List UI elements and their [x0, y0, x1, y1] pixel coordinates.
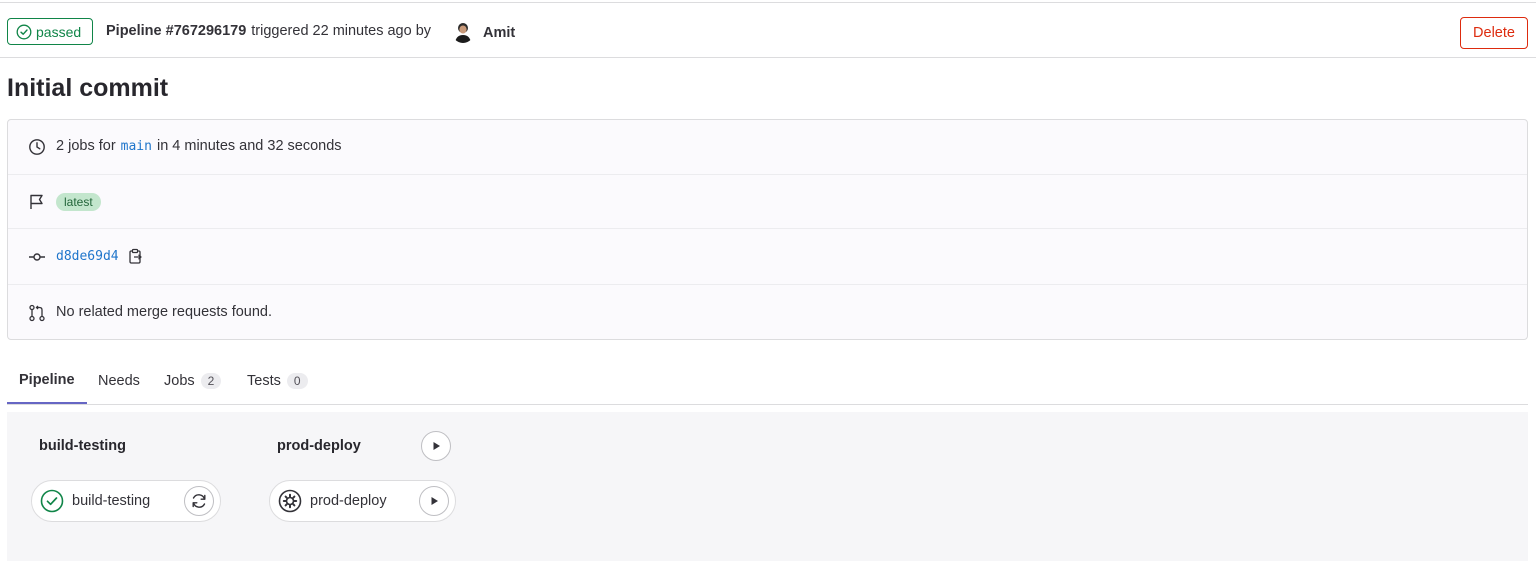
latest-badge: latest [56, 193, 101, 211]
retry-button[interactable] [184, 486, 214, 516]
tab-needs-label: Needs [98, 373, 140, 389]
job-name: prod-deploy [310, 493, 387, 509]
commit-icon [29, 253, 45, 261]
duration-text: in 4 minutes and 32 seconds [156, 138, 342, 154]
info-row-labels: latest [8, 175, 1527, 229]
copy-icon[interactable] [128, 248, 143, 264]
merge-request-icon [29, 304, 45, 322]
tests-count-badge: 0 [286, 373, 308, 389]
stage-title-prod-deploy: prod-deploy [277, 438, 361, 454]
status-label: passed [36, 23, 82, 40]
pipeline-header: passed Pipeline #767296179 triggered 22 … [0, 2, 1536, 58]
check-circle-icon [16, 24, 32, 39]
status-badge[interactable]: passed [7, 18, 93, 45]
job-prod-deploy[interactable]: prod-deploy [269, 480, 456, 522]
retry-icon [192, 494, 206, 508]
jobs-count-badge: 2 [200, 373, 222, 389]
labels: latest [56, 193, 101, 211]
avatar[interactable] [452, 21, 474, 43]
author-name[interactable]: Amit [483, 25, 515, 41]
tab-jobs[interactable]: Jobs 2 [164, 358, 222, 404]
info-row-jobs: 2 jobs for main in 4 minutes and 32 seco… [8, 120, 1527, 175]
no-merge-requests: No related merge requests found. [56, 304, 273, 320]
pipeline-tabs: Pipeline Needs Jobs 2 Tests 0 [7, 358, 1528, 405]
page-title: Initial commit [7, 74, 169, 102]
clock-icon [29, 139, 45, 155]
tab-needs[interactable]: Needs [98, 358, 140, 404]
branch-link[interactable]: main [121, 139, 152, 154]
manual-gear-icon [278, 489, 302, 513]
job-name: build-testing [72, 493, 151, 509]
jobs-summary: 2 jobs for main in 4 minutes and 32 seco… [56, 138, 342, 154]
success-status-icon [40, 489, 64, 513]
tab-pipeline-label: Pipeline [19, 372, 75, 388]
flag-icon [30, 194, 43, 209]
pipeline-info-box: 2 jobs for main in 4 minutes and 32 seco… [7, 119, 1528, 340]
pipeline-id: Pipeline #767296179 [106, 23, 247, 39]
stage-title-build-testing: build-testing [39, 438, 126, 454]
stage-play-button[interactable] [421, 431, 451, 461]
tab-tests-label: Tests [247, 373, 281, 389]
triggered-text: triggered 22 minutes ago by [251, 23, 432, 39]
play-icon [431, 497, 438, 505]
merge-requests-text: No related merge requests found. [56, 304, 272, 320]
info-row-merge-requests: No related merge requests found. [8, 285, 1527, 341]
tab-tests[interactable]: Tests 0 [247, 358, 308, 404]
tab-pipeline[interactable]: Pipeline [7, 358, 87, 404]
job-play-button[interactable] [419, 486, 449, 516]
job-build-testing[interactable]: build-testing [31, 480, 221, 522]
pipeline-graph: build-testing build-testing prod-deploy … [7, 412, 1528, 561]
delete-button[interactable]: Delete [1460, 17, 1528, 49]
info-row-commit: d8de69d4 [8, 229, 1527, 285]
play-icon [433, 442, 440, 450]
pipeline-meta: Pipeline #767296179 triggered 22 minutes… [106, 23, 431, 39]
tab-jobs-label: Jobs [164, 373, 195, 389]
jobs-count-text: 2 jobs for [56, 138, 116, 154]
avatar-image [455, 23, 471, 43]
commit-sha-link[interactable]: d8de69d4 [56, 249, 119, 264]
commit-info: d8de69d4 [56, 248, 143, 264]
